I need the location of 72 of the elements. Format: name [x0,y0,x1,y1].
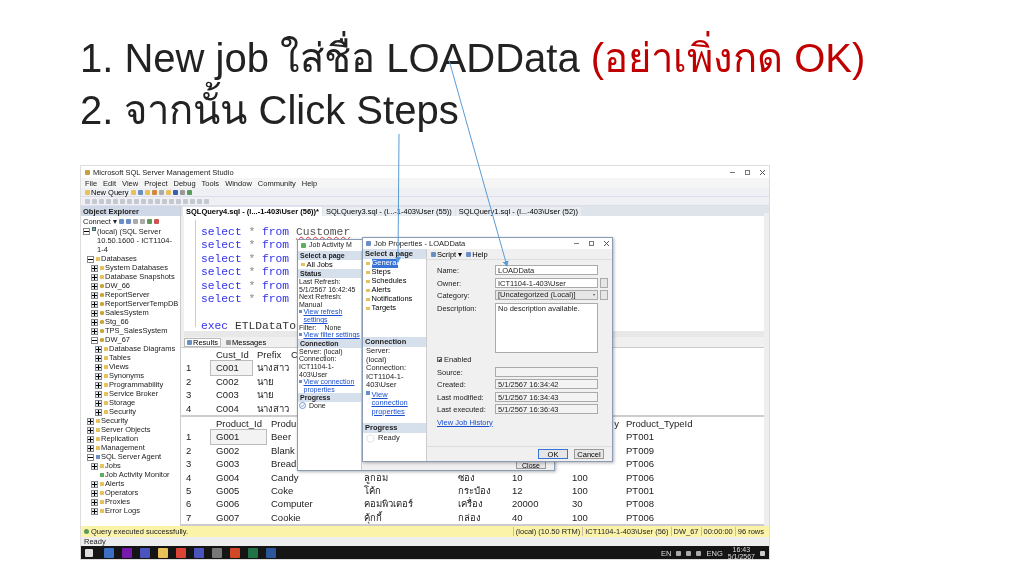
table-cell: Computer [271,498,313,510]
table-cell: 100 [572,484,588,496]
column-header: Produ [271,417,297,429]
table-cell: PT001 [626,431,654,443]
table-cell: 30 [572,498,583,510]
table-cell: PT009 [626,444,654,456]
table-cell: กล่อง [458,511,481,523]
row-number: 3 [185,388,193,402]
table-cell: นางสาว [257,362,289,374]
table-cell: PT008 [626,498,654,510]
table-cell-text: G003 [215,457,241,471]
table-cell-text: G004 [215,470,241,484]
row-number: 7 [185,510,193,525]
row-number: 6 [185,497,193,511]
table-cell-text: C002 [215,374,240,389]
code-line: select * from [201,252,290,265]
row-number: 4 [185,470,193,484]
table-cell: Beer [271,431,292,443]
column-header: Prefix [257,349,282,360]
code-line: select * from [201,266,290,279]
table-cell-text: G005 [215,483,241,498]
code-line: select * from [201,292,290,305]
table-cell: PT006 [626,458,654,470]
table-cell-text: C003 [215,388,240,402]
table-cell: G001 [211,430,266,444]
column-header: C [291,349,298,360]
table-cell: 10 [512,471,523,483]
table-cell: คอมพิวเตอร์ [364,498,413,510]
column-header: Product_Id [216,417,262,429]
table-cell: 20000 [512,498,539,510]
table-cell-text: G002 [215,443,241,458]
row-number: 3 [185,457,193,471]
column-header: Product_TypeId [626,417,693,429]
code-line: select * from [201,279,290,292]
table-cell-text: G007 [215,510,241,525]
row-number: 5 [185,483,193,498]
row-number: 1 [185,430,193,444]
table-cell: นางสาว [257,402,289,414]
slide-title-text: 2. จากนั้น Click Steps [80,82,459,138]
column-header: y [614,417,619,429]
table-cell: 12 [512,484,523,496]
table-cell: คุ้กกี้ [364,511,382,523]
table-cell: PT001 [626,484,654,496]
table-cell: Blank [271,444,295,456]
table-cell: C001 [211,361,252,375]
table-cell: PT006 [626,511,654,523]
row-number: 1 [185,361,193,375]
table-cell: ซอง [458,471,475,483]
table-cell: Bread [271,458,297,470]
row-number: 2 [185,374,193,389]
table-cell: 100 [572,511,588,523]
row-number: 2 [185,443,193,458]
table-cell-text: G006 [215,497,241,511]
table-cell: นาย [257,375,274,387]
code-line: select * from Customer [201,226,351,238]
table-cell-text: C004 [215,401,240,415]
table-cell: 40 [512,511,523,523]
table-cell: ลูกอม [364,471,388,483]
table-cell: เครื่อง [458,498,483,510]
column-header: Cust_Id [216,349,249,360]
table-cell: กระป๋อง [458,484,491,496]
table-cell: โค้ก [364,484,381,496]
table-cell: นาย [257,389,274,401]
row-number: 4 [185,401,193,415]
code-line: exec ETLDataTo [201,319,296,332]
table-cell: Coke [271,484,294,496]
table-cell: Cookie [271,511,301,523]
table-cell: Candy [271,471,299,483]
code-line: select * from [201,239,290,252]
slide-title-text: (อย่าเพิ่งกด OK) [590,30,866,86]
table-cell: 100 [572,471,588,483]
table-cell: PT006 [626,471,654,483]
